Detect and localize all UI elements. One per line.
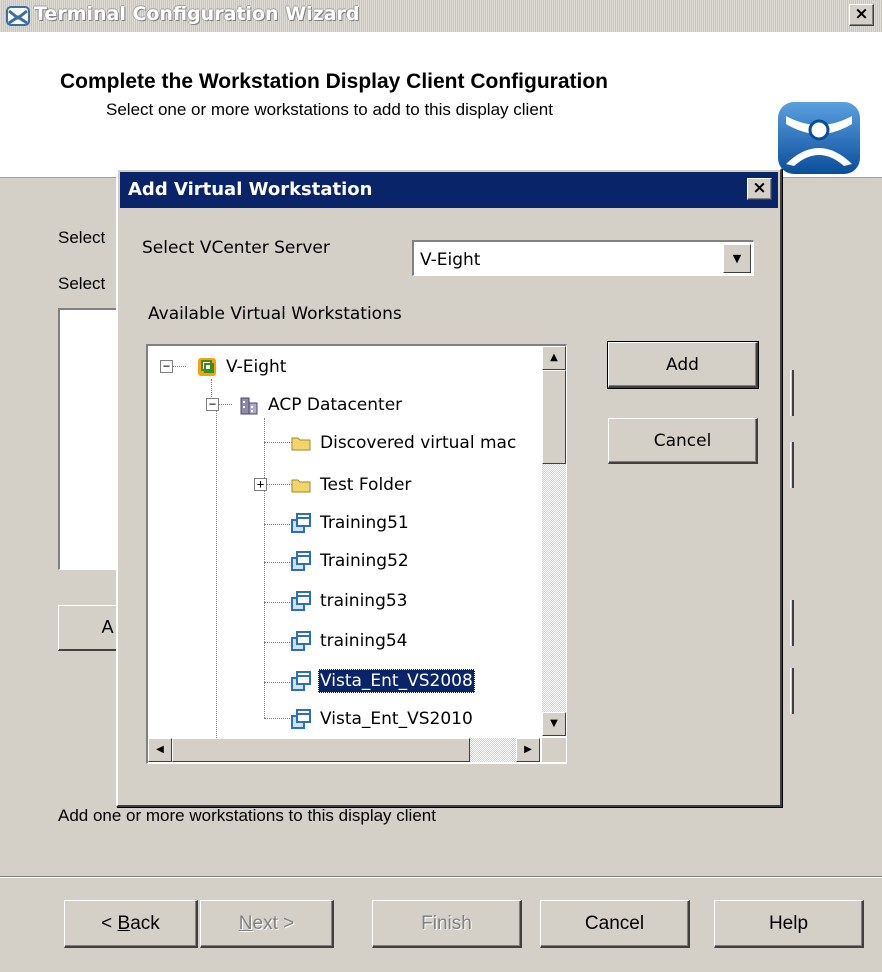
scroll-up-icon[interactable]: ▲ [542,346,566,370]
tree-node-label: V-Eight [226,357,287,377]
scroll-down-icon[interactable]: ▼ [542,712,566,736]
virtual-machine-icon [291,631,311,651]
tree-node-label: Test Folder [320,475,412,495]
help-button[interactable]: Help [714,900,864,948]
behind-button-edge [790,370,794,416]
back-button[interactable]: < Back [64,900,198,948]
tree-connector [264,442,292,443]
scroll-right-icon[interactable]: ▶ [516,738,540,762]
tree-node-vm-selected[interactable]: Vista_Ent_VS2008 [290,664,475,698]
tree-node-vm[interactable]: training53 [290,584,410,618]
available-workstations-label: Available Virtual Workstations [148,304,402,324]
behind-workstation-list[interactable] [58,308,120,570]
tree-node-datacenter[interactable]: ACP Datacenter [238,388,404,422]
vcenter-label: Select VCenter Server [142,238,330,258]
tree-connector [264,484,292,485]
behind-button-edge [790,442,794,488]
footer-hint: Add one or more workstations to this dis… [58,806,436,825]
tree-horizontal-scrollbar[interactable]: ◀ ▶ [148,738,540,762]
vcenter-select-value: V-Eight [420,250,481,270]
tree-connector [264,682,292,683]
wizard-header: Complete the Workstation Display Client … [0,32,882,178]
back-rest: ack [130,912,160,934]
thinmanager-logo-icon [778,102,860,174]
tree-node-folder[interactable]: Test Folder [290,468,413,502]
tree-node-vcenter[interactable]: V-Eight [196,350,288,384]
virtual-machine-icon [291,551,311,571]
thinmanager-icon [6,6,30,26]
tree-connector [264,418,265,718]
vcenter-select[interactable]: V-Eight ▼ [412,240,754,276]
tree-vertical-scrollbar[interactable]: ▲ ▼ [542,346,566,736]
vcenter-icon [198,358,216,376]
tree-node-vm[interactable]: Training51 [290,506,411,540]
workstation-tree[interactable]: − − + V-Eight ACP Datacenter Discovered … [146,344,567,764]
tree-connector [264,524,292,525]
tree-node-label: Vista_Ent_VS2010 [320,709,473,729]
dialog-cancel-button[interactable]: Cancel [608,418,758,464]
virtual-machine-icon [291,513,311,533]
close-icon: × [854,4,869,24]
wizard-close-button[interactable]: × [849,4,874,26]
next-rest: ext > [252,912,295,934]
tree-node-label: Vista_Ent_VS2008 [318,669,475,693]
next-accel: N [238,912,253,934]
wizard-title: Terminal Configuration Wizard [34,3,360,25]
header-subtitle: Select one or more workstations to add t… [106,100,553,119]
close-icon: × [752,178,767,198]
behind-select-label-1: Select [58,228,106,247]
tree-node-label: Training52 [320,551,409,571]
dialog-title: Add Virtual Workstation [128,179,373,200]
tree-connector [216,402,217,762]
behind-select-label-2: Select [58,274,106,293]
add-button[interactable]: Add [607,341,759,389]
tree-node-label: training54 [320,631,408,651]
dialog-close-button[interactable]: × [747,178,772,200]
tree-connector [264,602,292,603]
virtual-machine-icon [291,671,311,691]
scrollbar-corner [542,738,566,762]
wizard-titlebar[interactable]: Terminal Configuration Wizard × [0,0,882,32]
tree-node-label: training53 [320,591,408,611]
header-title: Complete the Workstation Display Client … [60,70,608,93]
back-accel: B [117,912,131,934]
tree-node-label: Discovered virtual mac [320,433,517,453]
folder-icon [291,479,311,493]
vertical-scroll-thumb[interactable] [542,370,566,464]
finish-button[interactable]: Finish [372,900,522,948]
behind-button-edge [790,600,794,646]
datacenter-icon [240,397,258,415]
add-virtual-workstation-dialog: Add Virtual Workstation × Select VCenter… [116,168,782,807]
behind-button-edge [790,668,794,714]
chevron-down-icon[interactable]: ▼ [723,244,751,273]
next-button[interactable]: Next > [200,900,334,948]
tree-node-vm[interactable]: Vista_Ent_VS2010 [290,702,475,736]
tree-node-folder[interactable]: Discovered virtual mac [290,426,518,460]
back-prefix: < [101,912,118,934]
tree-connector [218,404,232,405]
tree-connector [172,366,186,367]
tree-connector [264,642,292,643]
horizontal-scroll-thumb[interactable] [172,738,470,762]
scroll-left-icon[interactable]: ◀ [148,738,172,762]
tree-connector [264,718,292,719]
tree-connector [264,562,292,563]
folder-icon [291,437,311,451]
footer-divider [0,876,882,878]
tree-node-vm[interactable]: Training52 [290,544,411,578]
collapse-icon[interactable]: − [160,360,173,373]
tree-node-label: Training51 [320,513,409,533]
tree-node-label: ACP Datacenter [268,395,403,415]
dialog-titlebar[interactable]: Add Virtual Workstation × [120,172,778,208]
tree-node-vm[interactable]: training54 [290,624,410,658]
behind-add-button-label: A [101,617,114,637]
cancel-button[interactable]: Cancel [540,900,690,948]
expand-icon[interactable]: + [254,478,267,491]
virtual-machine-icon [291,591,311,611]
virtual-machine-icon [291,709,311,729]
collapse-icon[interactable]: − [206,398,219,411]
